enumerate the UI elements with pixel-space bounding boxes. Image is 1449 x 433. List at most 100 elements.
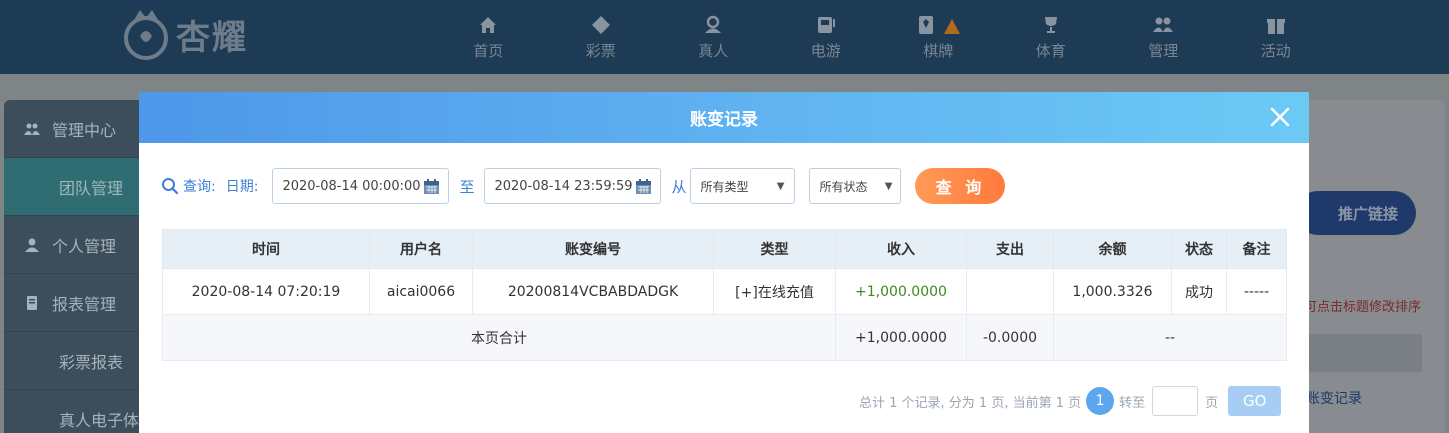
date-label: 日期: <box>225 179 259 195</box>
sidebar-item-label: 真人电子体 <box>59 410 140 430</box>
nav-label: 电游 <box>810 41 841 60</box>
nav-promotions[interactable]: 活动 <box>1220 0 1333 74</box>
search-icon <box>162 178 179 195</box>
transaction-table: 时间 用户名 账变编号 类型 收入 支出 余额 状态 备注 2020-08-14… <box>162 229 1287 361</box>
table-header-row <box>1296 334 1422 372</box>
promo-link-label: 推广链接 <box>1337 204 1398 223</box>
nav-label: 彩票 <box>585 41 616 60</box>
table-row: 2020-08-14 07:20:19 aicai0066 20200814VC… <box>162 268 1287 315</box>
home-icon <box>480 16 497 33</box>
brand-logo[interactable]: 杏耀 <box>118 4 288 64</box>
nav-label: 体育 <box>1035 41 1066 60</box>
start-date-input[interactable]: 2020-08-14 00:00:00 <box>272 168 450 204</box>
user-icon <box>25 238 39 252</box>
sidebar-item-lottery-report[interactable]: 彩票报表 <box>4 332 154 390</box>
sidebar-item-team-management[interactable]: 团队管理 <box>4 158 154 216</box>
go-button[interactable]: GO <box>1228 386 1282 416</box>
goto-label: 转至 <box>1119 395 1146 411</box>
nav-label: 活动 <box>1260 41 1291 60</box>
trophy-icon <box>1044 16 1057 33</box>
logo-emblem-icon <box>124 10 168 60</box>
column-header[interactable]: 余额 <box>1053 229 1172 269</box>
nav-sports[interactable]: 体育 <box>995 0 1108 74</box>
sidebar-item-management-center[interactable]: 管理中心 <box>4 100 154 158</box>
cell-balance: 1,000.3326 <box>1053 268 1172 315</box>
nav-label: 棋牌 <box>923 41 954 60</box>
modal-title: 账变记录 <box>690 110 758 130</box>
sidebar-item-personal-management[interactable]: 个人管理 <box>4 216 154 274</box>
sort-hint-text: 可点击标题修改排序 <box>1304 300 1422 315</box>
cell-remark: ----- <box>1226 268 1287 315</box>
pagination-summary: 总计 1 个记录, 分为 1 页, 当前第 1 页 <box>859 395 1082 411</box>
column-header[interactable]: 时间 <box>162 229 370 269</box>
transaction-record-modal: 账变记录 查询: 日期: 2020-08-14 00:00:00 至 2020-… <box>139 92 1309 433</box>
top-navbar: 杏耀 首页 彩票 真人 电游 棋牌 体育 管理 活动 <box>0 0 1449 74</box>
pagination: 总计 1 个记录, 分为 1 页, 当前第 1 页 1 转至 页 GO <box>859 386 1282 416</box>
cell-status: 成功 <box>1171 268 1227 315</box>
nav-home[interactable]: 首页 <box>432 0 545 74</box>
dropdown-arrow-icon: ▼ <box>776 181 785 192</box>
sidebar: 管理中心 团队管理 个人管理 报表管理 彩票报表 真人电子体 <box>4 100 154 433</box>
cell-expense <box>966 268 1054 315</box>
start-date-value: 2020-08-14 00:00:00 <box>282 178 421 194</box>
nav-label: 管理 <box>1148 41 1179 60</box>
lottery-icon <box>591 15 610 34</box>
query-label-text: 查询: <box>183 179 216 195</box>
sidebar-item-label: 管理中心 <box>52 120 117 140</box>
calendar-icon[interactable] <box>423 178 440 195</box>
nav-live-dealer[interactable]: 真人 <box>657 0 770 74</box>
nav-lottery[interactable]: 彩票 <box>545 0 658 74</box>
column-header[interactable]: 类型 <box>713 229 836 269</box>
report-icon <box>27 295 37 310</box>
modal-header: 账变记录 <box>139 92 1309 143</box>
nav-label: 首页 <box>473 41 504 60</box>
column-header[interactable]: 支出 <box>966 229 1054 269</box>
search-button[interactable]: 查 询 <box>915 168 1006 204</box>
goto-page-input[interactable] <box>1152 386 1199 416</box>
status-select-value: 所有状态 <box>819 179 868 194</box>
column-header[interactable]: 备注 <box>1226 229 1287 269</box>
sidebar-item-report-management[interactable]: 报表管理 <box>4 274 154 332</box>
sidebar-item-label: 个人管理 <box>52 236 117 256</box>
summary-balance: -- <box>1053 314 1287 361</box>
summary-row: 本页合计 +1,000.0000 -0.0000 -- <box>162 314 1287 361</box>
brand-name: 杏耀 <box>176 17 248 58</box>
from-label: 从 <box>671 177 687 196</box>
status-select[interactable]: 所有状态 ▼ <box>809 168 902 204</box>
cell-time: 2020-08-14 07:20:19 <box>162 268 370 315</box>
page-label: 页 <box>1205 395 1219 411</box>
summary-label: 本页合计 <box>162 314 836 361</box>
cell-transaction-id: 20200814VCBABDADGK <box>472 268 714 315</box>
sidebar-item-label: 报表管理 <box>52 294 117 314</box>
cell-income: +1,000.0000 <box>835 268 967 315</box>
query-label: 查询: <box>161 176 216 196</box>
column-header[interactable]: 状态 <box>1171 229 1227 269</box>
sidebar-item-label: 团队管理 <box>59 178 124 198</box>
content-panel <box>1300 100 1445 433</box>
type-select[interactable]: 所有类型 ▼ <box>690 168 796 204</box>
live-dealer-icon <box>705 15 722 33</box>
end-date-value: 2020-08-14 23:59:59 <box>494 178 633 194</box>
cards-icon <box>919 15 934 34</box>
calendar-icon[interactable] <box>635 178 652 195</box>
promo-link-button[interactable]: 推广链接 <box>1296 191 1416 235</box>
nav-label: 真人 <box>698 41 729 60</box>
column-header[interactable]: 收入 <box>835 229 967 269</box>
sidebar-item-live-report[interactable]: 真人电子体 <box>4 390 154 433</box>
current-page-button[interactable]: 1 <box>1086 387 1115 415</box>
nav-management[interactable]: 管理 <box>1107 0 1220 74</box>
hot-badge-icon <box>944 18 961 34</box>
users-icon <box>1153 17 1174 32</box>
column-header[interactable]: 用户名 <box>369 229 473 269</box>
query-bar: 查询: 日期: 2020-08-14 00:00:00 至 2020-08-14… <box>161 168 1006 204</box>
nav-slots[interactable]: 电游 <box>770 0 883 74</box>
gift-icon <box>1266 18 1285 34</box>
transaction-record-link[interactable]: 账变记录 <box>1306 388 1362 408</box>
close-icon[interactable] <box>1265 102 1295 132</box>
table-header-row: 时间 用户名 账变编号 类型 收入 支出 余额 状态 备注 <box>162 229 1287 269</box>
summary-income: +1,000.0000 <box>835 314 967 361</box>
nav-cards[interactable]: 棋牌 <box>882 0 995 74</box>
sidebar-item-label: 彩票报表 <box>59 352 124 372</box>
end-date-input[interactable]: 2020-08-14 23:59:59 <box>484 168 662 204</box>
column-header[interactable]: 账变编号 <box>472 229 714 269</box>
